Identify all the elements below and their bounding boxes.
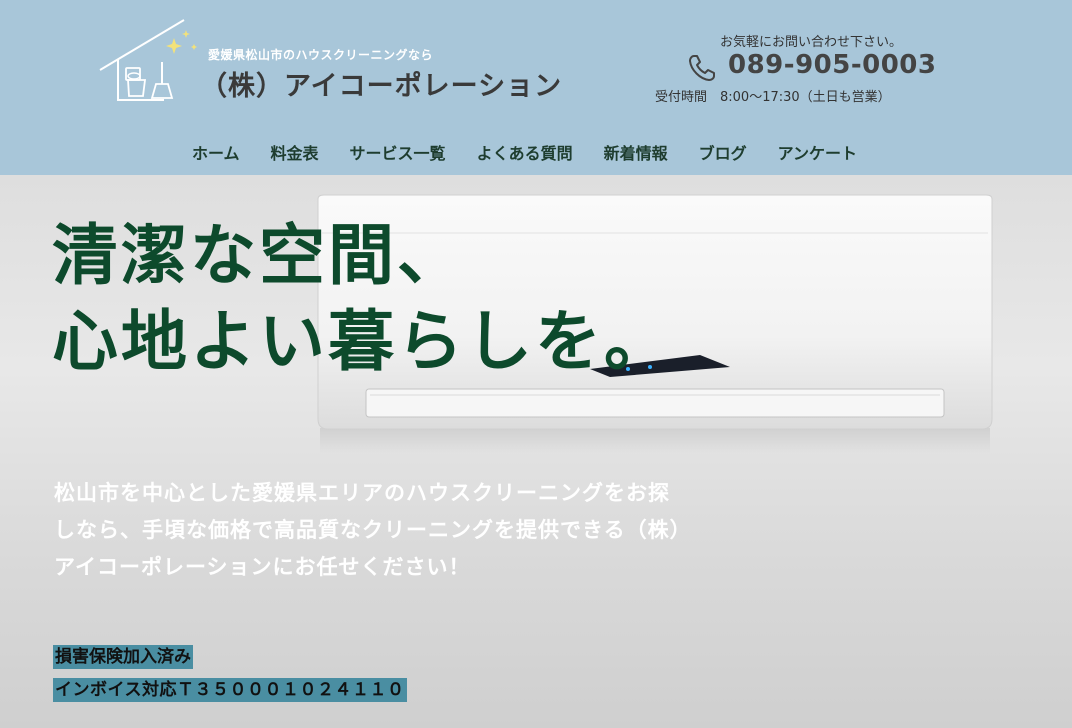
site-header: 愛媛県松山市のハウスクリーニングなら （株）アイコーポレーション お気軽にお問い… [0, 0, 1072, 175]
nav-item-pricing[interactable]: 料金表 [271, 140, 319, 163]
invoice-badge: インボイス対応Ｔ３５０００１０２４１１０ [53, 678, 407, 702]
nav-item-services[interactable]: サービス一覧 [350, 140, 446, 163]
main-nav: ホーム 料金表 サービス一覧 よくある質問 新着情報 ブログ アンケート [192, 140, 888, 163]
nav-item-blog[interactable]: ブログ [699, 140, 747, 163]
logo-tagline: 愛媛県松山市のハウスクリーニングなら [208, 48, 434, 62]
contact-caption: お気軽にお問い合わせ下さい。 [720, 35, 903, 50]
hero-section: 清潔な空間、 心地よい暮らしを。 松山市を中心とした愛媛県エリアのハウスクリーニ… [0, 175, 1072, 728]
nav-item-news[interactable]: 新着情報 [604, 140, 668, 163]
hero-headline-line-2: 心地よい暮らしを。 [52, 303, 673, 380]
hero-headline: 清潔な空間、 心地よい暮らしを。 [52, 213, 673, 385]
house-cleaning-icon[interactable] [98, 18, 206, 104]
hero-headline-line-1: 清潔な空間、 [52, 217, 466, 294]
nav-item-faq[interactable]: よくある質問 [477, 140, 573, 163]
company-logo-name[interactable]: （株）アイコーポレーション [200, 64, 562, 103]
nav-item-survey[interactable]: アンケート [778, 140, 857, 163]
phone-number-link[interactable]: 089-905-0003 [728, 50, 937, 80]
hero-description: 松山市を中心とした愛媛県エリアのハウスクリーニングをお探しなら、手頃な価格で高品… [54, 481, 682, 579]
phone-icon [689, 55, 715, 81]
business-hours: 受付時間 8:00～17:30（土日も営業） [655, 90, 891, 105]
nav-item-home[interactable]: ホーム [192, 140, 240, 163]
insurance-badge: 損害保険加入済み [53, 645, 193, 669]
